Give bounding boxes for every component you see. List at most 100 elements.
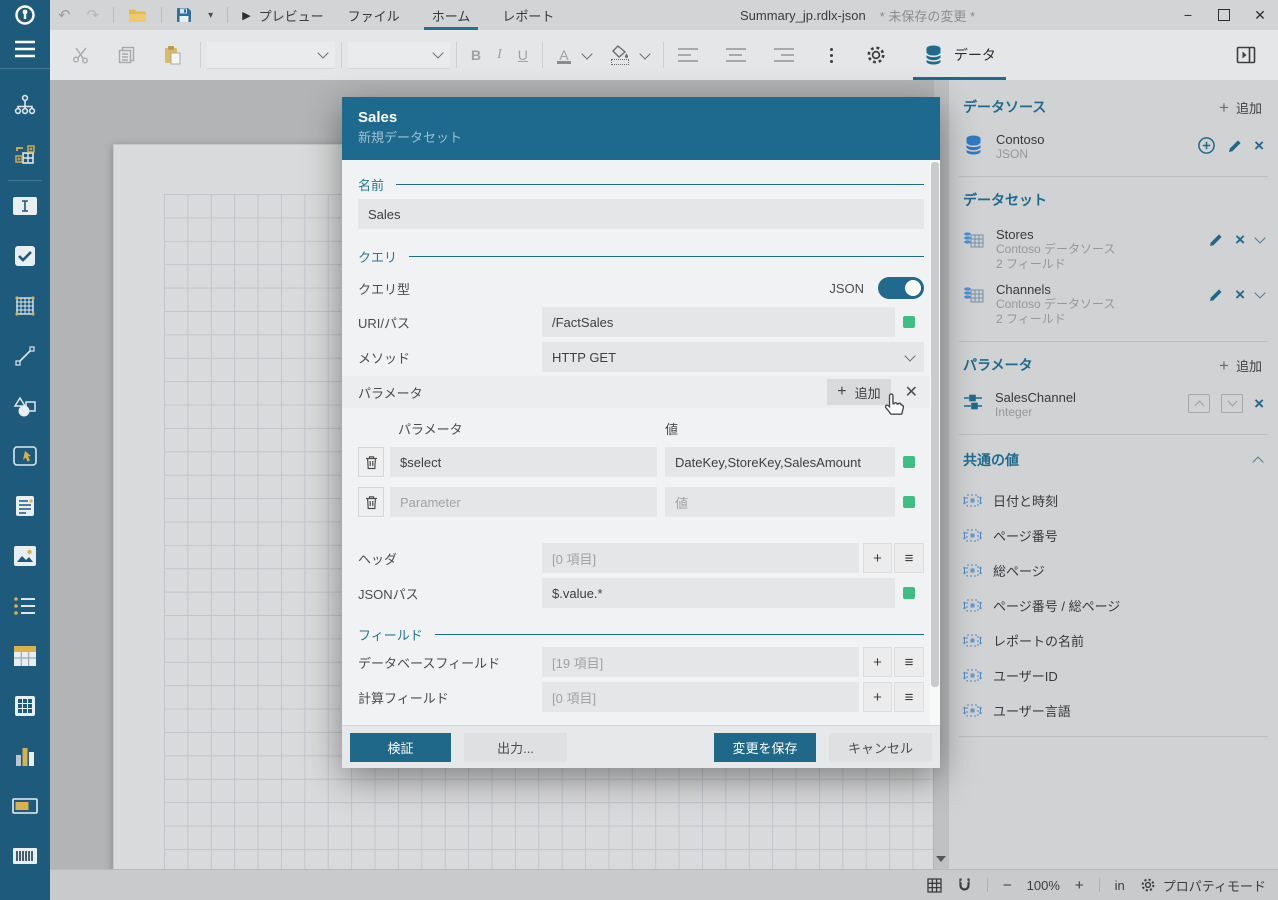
validate-button[interactable]: 検証 (350, 733, 451, 762)
tool-textbox-icon[interactable] (0, 181, 50, 231)
cancel-button[interactable]: キャンセル (829, 733, 932, 762)
underline-button[interactable]: U (510, 38, 536, 72)
edit-dataset-icon[interactable] (1208, 232, 1224, 248)
param-name-input[interactable]: $select (390, 447, 657, 477)
calc-fields-list-button[interactable]: ≡ (894, 682, 924, 712)
output-button[interactable]: 出力... (464, 733, 567, 762)
maximize-button[interactable] (1206, 0, 1242, 30)
delete-parameter-icon[interactable]: × (1254, 395, 1264, 412)
add-db-field-button[interactable]: + (863, 647, 892, 677)
calc-fields-input[interactable]: [0 項目] (542, 682, 859, 712)
tool-add-controls-icon[interactable] (0, 130, 50, 180)
scroll-down-arrow-icon[interactable] (936, 856, 946, 862)
close-params-icon[interactable]: ✕ (905, 382, 918, 402)
tool-chart-icon[interactable] (0, 731, 50, 781)
tool-matrix-icon[interactable] (0, 681, 50, 731)
common-value-report-name[interactable]: レポートの名前 (949, 623, 1278, 658)
uri-input[interactable]: /FactSales (542, 307, 895, 337)
font-color-dropdown[interactable] (579, 38, 595, 72)
add-calc-field-button[interactable]: + (863, 682, 892, 712)
fill-color-button[interactable] (603, 38, 637, 72)
paste-button[interactable] (155, 38, 190, 72)
common-value-user-id[interactable]: ユーザーID (949, 658, 1278, 693)
tool-line-icon[interactable] (0, 331, 50, 381)
preview-button[interactable]: ▶ プレビュー (234, 0, 331, 30)
common-value-user-language[interactable]: ユーザー言語 (949, 693, 1278, 728)
method-select[interactable]: HTTP GET (542, 342, 924, 372)
tool-bullet-icon[interactable] (0, 781, 50, 831)
delete-dataset-icon[interactable]: × (1235, 231, 1245, 248)
delete-dataset-icon[interactable]: × (1235, 286, 1245, 303)
dataset-name-input[interactable]: Sales (358, 199, 924, 229)
dialog-scrollbar[interactable] (930, 160, 940, 725)
add-param-button[interactable]: + 追加 (827, 379, 890, 405)
move-up-button[interactable] (1188, 394, 1210, 413)
redo-button[interactable]: ↷ (79, 0, 108, 30)
tool-image-icon[interactable] (0, 531, 50, 581)
collapse-panel-button[interactable] (1228, 38, 1264, 72)
scrollbar-thumb[interactable] (931, 162, 939, 687)
tool-hierarchy-icon[interactable] (0, 80, 50, 130)
add-header-button[interactable]: + (863, 543, 892, 573)
cut-button[interactable] (64, 38, 98, 72)
tool-table-icon[interactable] (0, 631, 50, 681)
dataset-item-stores[interactable]: Stores Contoso データソース 2 フィールド × (949, 227, 1278, 272)
expand-dataset-icon[interactable] (1254, 232, 1265, 243)
menu-icon[interactable] (0, 30, 50, 69)
common-value-total-pages[interactable]: 総ページ (949, 553, 1278, 588)
property-mode-button[interactable]: プロパティモード (1140, 876, 1266, 895)
move-down-button[interactable] (1221, 394, 1243, 413)
menu-file[interactable]: ファイル (332, 0, 416, 30)
more-options-button[interactable] (822, 38, 841, 72)
align-left-button[interactable] (670, 38, 706, 72)
common-value-page-number[interactable]: ページ番号 (949, 518, 1278, 553)
zoom-in-button[interactable]: + (1075, 877, 1084, 894)
italic-button[interactable]: I (489, 38, 510, 72)
tool-tablix-icon[interactable] (0, 281, 50, 331)
tool-container-icon[interactable] (0, 431, 50, 481)
align-center-button[interactable] (718, 38, 754, 72)
save-button[interactable] (168, 0, 200, 30)
snap-toggle-button[interactable] (957, 877, 972, 893)
undo-button[interactable]: ↶ (50, 0, 79, 30)
param-value-input[interactable]: DateKey,StoreKey,SalesAmount (665, 447, 895, 477)
dataset-item-channels[interactable]: Channels Contoso データソース 2 フィールド × (949, 282, 1278, 327)
zoom-out-button[interactable]: − (1003, 877, 1012, 894)
parameter-item-saleschannel[interactable]: SalesChannel Integer × (949, 390, 1278, 420)
add-datasource-button[interactable]: + 追加 (1219, 98, 1262, 117)
bold-button[interactable]: B (463, 38, 489, 72)
collapse-section-icon[interactable] (1252, 456, 1263, 467)
tool-list-icon[interactable] (0, 581, 50, 631)
font-family-select[interactable] (207, 42, 335, 69)
tool-richtext-icon[interactable] (0, 481, 50, 531)
unit-label[interactable]: in (1115, 878, 1125, 893)
font-color-button[interactable]: A (549, 38, 579, 72)
edit-datasource-icon[interactable] (1227, 138, 1243, 154)
font-size-select[interactable] (348, 42, 450, 69)
query-type-toggle[interactable] (878, 277, 924, 299)
edit-dataset-icon[interactable] (1208, 287, 1224, 303)
param-name-input[interactable]: Parameter (390, 487, 657, 517)
save-changes-button[interactable]: 変更を保存 (714, 733, 816, 762)
menu-home[interactable]: ホーム (416, 0, 487, 30)
align-right-button[interactable] (766, 38, 802, 72)
close-button[interactable]: ✕ (1242, 0, 1278, 30)
open-button[interactable] (120, 0, 155, 30)
db-fields-input[interactable]: [19 項目] (542, 647, 859, 677)
delete-param-button[interactable] (358, 487, 384, 517)
tool-checkbox-icon[interactable] (0, 231, 50, 281)
param-value-input[interactable]: 値 (665, 487, 895, 517)
menu-report[interactable]: レポート (486, 0, 570, 30)
jsonpath-input[interactable]: $.value.* (542, 578, 895, 608)
expand-dataset-icon[interactable] (1254, 287, 1265, 298)
tab-data[interactable]: データ (909, 30, 1010, 80)
save-dropdown-button[interactable]: ▾ (200, 0, 221, 30)
fill-color-dropdown[interactable] (637, 38, 653, 72)
header-input[interactable]: [0 項目] (542, 543, 859, 573)
common-value-date-time[interactable]: 日付と時刻 (949, 483, 1278, 518)
header-list-button[interactable]: ≡ (894, 543, 924, 573)
copy-button[interactable] (110, 38, 143, 72)
settings-button[interactable] (857, 38, 895, 72)
add-parameter-button[interactable]: + 追加 (1219, 356, 1262, 375)
tool-shape-icon[interactable] (0, 381, 50, 431)
